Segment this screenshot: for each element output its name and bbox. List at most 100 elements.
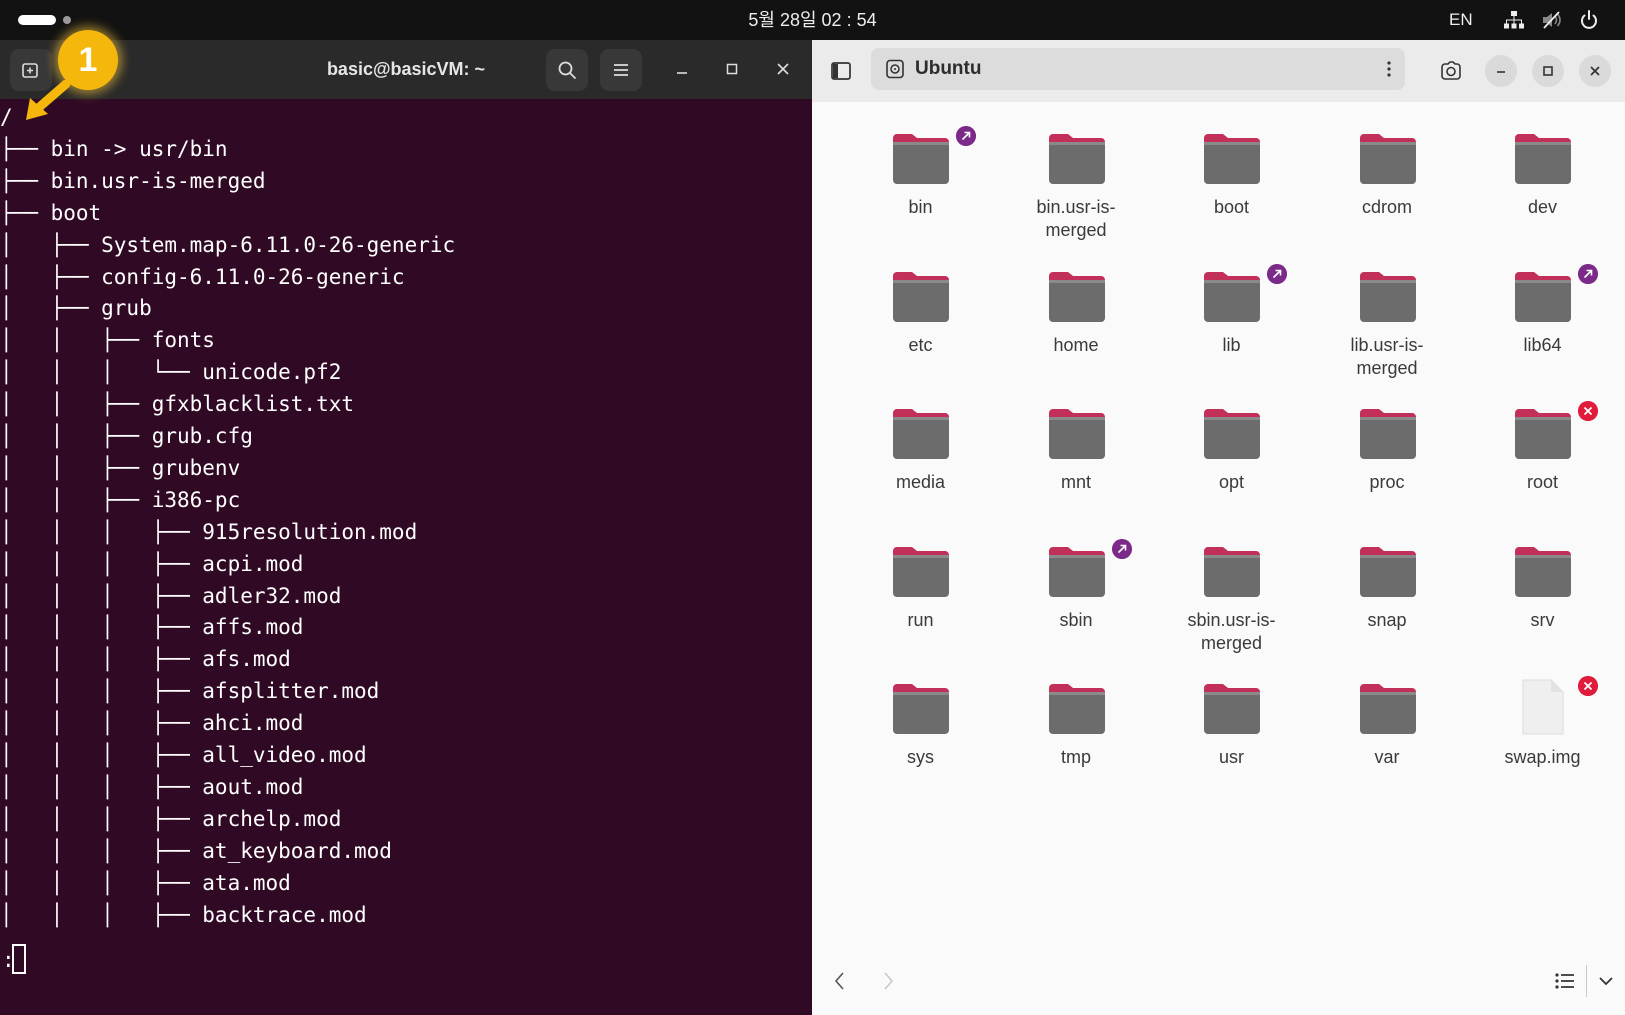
terminal-line: │ │ │ ├── ata.mod [0, 870, 291, 895]
file-item[interactable]: swap.img [1465, 676, 1620, 815]
folder-item[interactable]: opt [1154, 403, 1309, 540]
folder-item[interactable]: snap [1310, 541, 1465, 678]
symlink-emblem-icon [956, 126, 976, 146]
folder-item[interactable]: media [843, 403, 998, 540]
terminal-line: │ │ │ ├── archelp.mod [0, 806, 342, 831]
terminal-line: │ │ ├── fonts [0, 328, 215, 353]
files-maximize-button[interactable] [1532, 55, 1564, 87]
drive-icon [886, 59, 904, 79]
folder-item[interactable]: usr [1154, 678, 1309, 815]
top-bar: 5월 28일 02 : 54 EN [0, 0, 1625, 40]
folder-item[interactable]: lib.usr-is- merged [1310, 266, 1465, 403]
file-icon [1522, 679, 1564, 735]
folder-item[interactable]: sbin.usr-is- merged [1154, 541, 1309, 678]
item-label: boot [1213, 197, 1250, 217]
terminal-line: ├── boot [0, 200, 102, 225]
folder-item[interactable]: run [843, 541, 998, 678]
new-tab-icon [22, 63, 38, 78]
location-label: Ubuntu [915, 58, 982, 79]
folder-icon [1048, 546, 1105, 597]
folder-item[interactable]: var [1310, 678, 1465, 815]
symlink-emblem-icon [1578, 263, 1598, 284]
volume-muted-icon[interactable] [1540, 9, 1562, 31]
terminal-output[interactable]: / ├── bin -> usr/bin ├── bin.usr-is-merged… [0, 99, 812, 1015]
terminal-line: │ │ │ ├── afs.mod [0, 647, 291, 672]
terminal-line: │ │ │ ├── aout.mod [0, 774, 304, 799]
file-manager-window: Ubuntu bin bin.usr-is- merged boot cdrom dev… [812, 40, 1625, 1015]
search-files-button[interactable] [1435, 55, 1467, 87]
sidebar-toggle-button[interactable] [825, 55, 857, 87]
folder-icon [1204, 134, 1260, 184]
folder-item[interactable]: srv [1465, 541, 1620, 678]
terminal-search-button[interactable] [546, 49, 588, 91]
folder-item[interactable]: tmp [999, 678, 1154, 815]
terminal-minimize-button[interactable] [667, 54, 697, 84]
symlink-emblem-icon [1267, 263, 1287, 284]
files-close-button[interactable] [1579, 55, 1611, 87]
terminal-line: │ │ │ ├── at_keyboard.mod [0, 838, 392, 863]
terminal-line: │ │ │ ├── 915resolution.mod [0, 519, 418, 544]
folder-item[interactable]: sbin [999, 538, 1154, 678]
folder-item[interactable]: bin.usr-is- merged [999, 128, 1154, 265]
item-label: run [907, 609, 934, 630]
terminal-line: ├── bin.usr-is-merged [0, 168, 266, 193]
folder-item[interactable]: dev [1465, 128, 1620, 265]
chevron-down-icon[interactable] [1595, 970, 1617, 992]
list-view-icon[interactable] [1552, 968, 1578, 994]
maximize-icon [726, 63, 738, 75]
terminal-line: │ ├── grub [0, 296, 152, 321]
folder-item[interactable]: mnt [999, 403, 1154, 540]
folder-item[interactable]: etc [843, 266, 998, 403]
folder-icon [1359, 546, 1416, 597]
item-label: mnt [1060, 472, 1091, 492]
terminal-window: basic@basicVM: ~ / ├── bin -> usr/bin ├── … [0, 40, 812, 1015]
kebab-menu-icon [1387, 61, 1391, 77]
terminal-line: │ ├── config-6.11.0-26-generic [0, 264, 405, 289]
folder-item[interactable]: cdrom [1310, 128, 1465, 265]
item-label: sbin [1059, 609, 1093, 630]
back-arrow-icon[interactable] [830, 965, 850, 997]
folder-icon [893, 134, 949, 184]
item-label: usr [1218, 747, 1244, 767]
clock[interactable]: 5월 28일 02 : 54 [0, 0, 1625, 40]
folder-icon [893, 684, 949, 734]
item-label: proc [1369, 472, 1405, 492]
folder-item[interactable]: root [1465, 401, 1620, 540]
folder-item[interactable]: boot [1154, 128, 1309, 265]
terminal-maximize-button[interactable] [717, 54, 747, 84]
item-label: tmp [1060, 747, 1091, 767]
terminal-line: │ │ │ ├── afsplitter.mod [0, 679, 380, 704]
item-label: media [895, 472, 946, 492]
folder-icon [1515, 546, 1571, 597]
power-icon[interactable] [1578, 9, 1600, 31]
location-bar[interactable]: Ubuntu [871, 48, 1405, 90]
item-label: opt [1218, 472, 1245, 492]
item-label: sys [907, 747, 934, 767]
folder-icon [1048, 134, 1105, 184]
terminal-line: │ │ ├── i386-pc [0, 487, 241, 512]
terminal-menu-button[interactable] [600, 49, 642, 91]
folder-icon [1204, 684, 1260, 734]
terminal-close-button[interactable] [768, 54, 798, 84]
search-icon [558, 61, 576, 79]
input-language-indicator[interactable]: EN [1449, 0, 1473, 40]
forward-arrow-icon[interactable] [878, 965, 898, 997]
network-icon[interactable] [1503, 9, 1525, 31]
folder-item[interactable]: home [999, 266, 1154, 403]
pointer-arrow-icon [26, 80, 71, 120]
folder-item[interactable]: lib [1154, 263, 1309, 403]
folder-icon [1359, 271, 1416, 322]
files-minimize-button[interactable] [1485, 55, 1517, 87]
folder-item[interactable]: lib64 [1465, 263, 1620, 403]
item-label: home [1053, 334, 1099, 355]
folder-icon [1048, 684, 1105, 734]
folder-item[interactable]: proc [1310, 403, 1465, 540]
item-label: dev [1527, 197, 1558, 217]
folder-icon [1359, 409, 1416, 459]
folder-icon [1515, 134, 1571, 184]
folder-item[interactable]: bin [843, 126, 998, 265]
folder-icon [893, 271, 949, 322]
folder-icon [1204, 546, 1260, 597]
location-menu-button[interactable] [1373, 53, 1405, 85]
folder-item[interactable]: sys [843, 678, 998, 815]
